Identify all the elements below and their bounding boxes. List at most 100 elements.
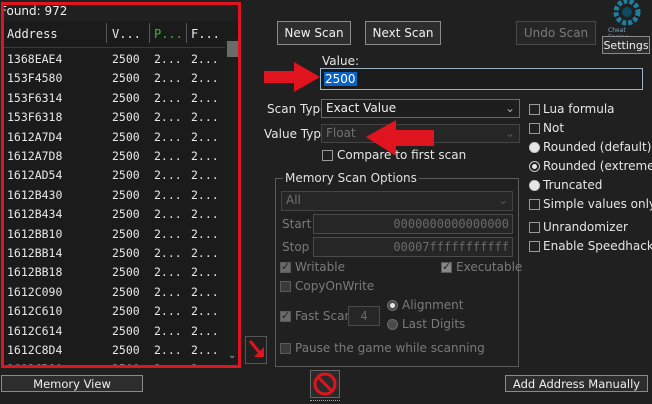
unrandomizer-checkbox[interactable] xyxy=(529,222,540,233)
executable-checkbox[interactable] xyxy=(441,260,452,273)
fast-scan-checkbox[interactable] xyxy=(280,309,291,322)
first-cell: 2... xyxy=(191,52,219,66)
rounded-default-label: Rounded (default) xyxy=(543,140,652,154)
first-cell: 2... xyxy=(191,187,219,202)
value-cell: 2500 xyxy=(112,110,140,125)
previous-cell: 2... xyxy=(154,168,182,183)
diagonal-arrow-icon xyxy=(248,340,264,357)
copy-on-write-checkbox[interactable] xyxy=(280,281,291,292)
first-cell: 2... xyxy=(191,284,219,299)
first-cell: 2... xyxy=(191,265,219,280)
first-cell: 2... xyxy=(191,207,219,222)
scroll-down-icon[interactable]: ⌄ xyxy=(228,350,236,361)
value-input[interactable]: 2500 xyxy=(320,68,643,90)
rounded-extreme-radio[interactable] xyxy=(529,161,540,172)
table-row[interactable]: 1612BB14 2500 2... 2... xyxy=(3,244,225,263)
address-cell: 153F6314 xyxy=(7,90,63,105)
lua-formula-checkbox[interactable] xyxy=(529,104,540,115)
value-label: Value: xyxy=(322,54,359,68)
scroll-thumb[interactable] xyxy=(227,41,239,57)
value-type-label: Value Type xyxy=(264,127,329,141)
table-row[interactable]: 153F4580 2500 2... 2... xyxy=(3,69,225,88)
first-cell: 2... xyxy=(191,343,219,357)
previous-cell: 2... xyxy=(154,187,182,202)
start-label: Start xyxy=(282,217,312,231)
add-address-button[interactable]: Add Address Manually xyxy=(505,375,648,392)
rounded-default-radio[interactable] xyxy=(529,142,540,153)
table-row[interactable]: 1612BB18 2500 2... 2... xyxy=(3,263,225,282)
splitter-handle[interactable] xyxy=(310,400,340,402)
table-row[interactable]: 1612BB10 2500 2... 2... xyxy=(3,225,225,244)
table-row[interactable]: 1612CB90 2500 2... 2... xyxy=(3,360,225,366)
compare-first-checkbox[interactable] xyxy=(322,150,333,161)
first-cell: 2... xyxy=(191,129,219,144)
value-cell: 2500 xyxy=(112,343,140,357)
not-checkbox[interactable] xyxy=(529,123,540,134)
address-cell: 1612AD54 xyxy=(7,168,63,183)
chevron-down-icon: ⌄ xyxy=(504,126,515,140)
last-digits-radio[interactable] xyxy=(387,319,398,330)
found-count: Found: 972 xyxy=(0,4,68,18)
value-cell: 2500 xyxy=(112,187,140,202)
value-cell: 2500 xyxy=(112,52,140,66)
header-previous[interactable]: P... xyxy=(154,27,183,41)
header-value[interactable]: V... xyxy=(112,27,141,41)
table-row[interactable]: 153F6318 2500 2... 2... xyxy=(3,108,225,127)
table-row[interactable]: 1612C8D4 2500 2... 2... xyxy=(3,341,225,360)
list-header: Address V... P... F... xyxy=(3,21,225,48)
undo-scan-button[interactable]: Undo Scan xyxy=(516,21,596,45)
previous-cell: 2... xyxy=(154,52,182,66)
rounded-extreme-label: Rounded (extreme) xyxy=(543,159,652,173)
gear-icon xyxy=(613,0,641,26)
table-row[interactable]: 1612A7D4 2500 2... 2... xyxy=(3,128,225,147)
fast-scan-label: Fast Scan xyxy=(295,309,353,323)
value-cell: 2500 xyxy=(112,149,140,163)
scan-type-select[interactable]: Exact Value ⌄ xyxy=(321,99,520,118)
memory-region-select[interactable]: All ⌄ xyxy=(281,191,513,211)
table-row[interactable]: 1368EAE4 2500 2... 2... xyxy=(3,50,225,69)
memory-scan-options-title: Memory Scan Options xyxy=(283,171,419,185)
next-scan-button[interactable]: Next Scan xyxy=(365,21,441,45)
compare-first-label: Compare to first scan xyxy=(337,148,467,162)
table-row[interactable]: 1612AD54 2500 2... 2... xyxy=(3,166,225,185)
table-row[interactable]: 1612B434 2500 2... 2... xyxy=(3,205,225,224)
new-scan-button[interactable]: New Scan xyxy=(277,21,351,45)
simple-values-checkbox[interactable] xyxy=(529,199,540,210)
speedhack-checkbox[interactable] xyxy=(529,241,540,252)
table-row[interactable]: 153F6314 2500 2... 2... xyxy=(3,89,225,108)
value-cell: 2500 xyxy=(112,168,140,183)
alignment-label: Alignment xyxy=(402,298,464,312)
previous-cell: 2... xyxy=(154,284,182,299)
list-scrollbar[interactable]: ⌄ xyxy=(225,39,241,366)
table-row[interactable]: 1612B430 2500 2... 2... xyxy=(3,186,225,205)
alignment-radio[interactable] xyxy=(387,300,398,311)
speedhack-label: Enable Speedhack xyxy=(543,239,652,253)
value-cell: 2500 xyxy=(112,323,140,338)
table-row[interactable]: 1612C610 2500 2... 2... xyxy=(3,302,225,321)
chevron-down-icon: ⌄ xyxy=(504,101,515,115)
address-cell: 1612BB10 xyxy=(7,226,63,241)
fast-scan-alignment-input[interactable]: 4 xyxy=(348,306,380,326)
pause-game-checkbox[interactable] xyxy=(280,343,291,354)
address-cell: 153F4580 xyxy=(7,71,63,86)
table-row[interactable]: 1612A7D8 2500 2... 2... xyxy=(3,147,225,166)
stop-address-input[interactable]: 00007fffffffffff xyxy=(313,237,513,257)
value-cell: 2500 xyxy=(112,71,140,86)
value-cell: 2500 xyxy=(112,129,140,144)
stop-button[interactable] xyxy=(310,370,340,398)
resize-handle[interactable] xyxy=(245,336,267,364)
table-row[interactable]: 1612C614 2500 2... 2... xyxy=(3,322,225,341)
address-list[interactable]: Address V... P... F... 1368EAE4 2500 2... 2… xyxy=(3,21,241,366)
first-cell: 2... xyxy=(191,149,219,163)
cheat-engine-logo[interactable]: Cheat Engine xyxy=(606,0,648,41)
table-row[interactable]: 1612C090 2500 2... 2... xyxy=(3,283,225,302)
chevron-down-icon: ⌄ xyxy=(497,193,508,207)
truncated-radio[interactable] xyxy=(529,180,540,191)
header-address[interactable]: Address xyxy=(7,27,58,41)
writable-checkbox[interactable] xyxy=(280,260,291,273)
memory-view-button[interactable]: Memory View xyxy=(1,375,143,392)
start-address-input[interactable]: 0000000000000000 xyxy=(313,214,513,234)
settings-button[interactable]: Settings xyxy=(602,36,650,54)
address-cell: 1612A7D4 xyxy=(7,129,63,144)
header-first[interactable]: F... xyxy=(191,27,220,41)
